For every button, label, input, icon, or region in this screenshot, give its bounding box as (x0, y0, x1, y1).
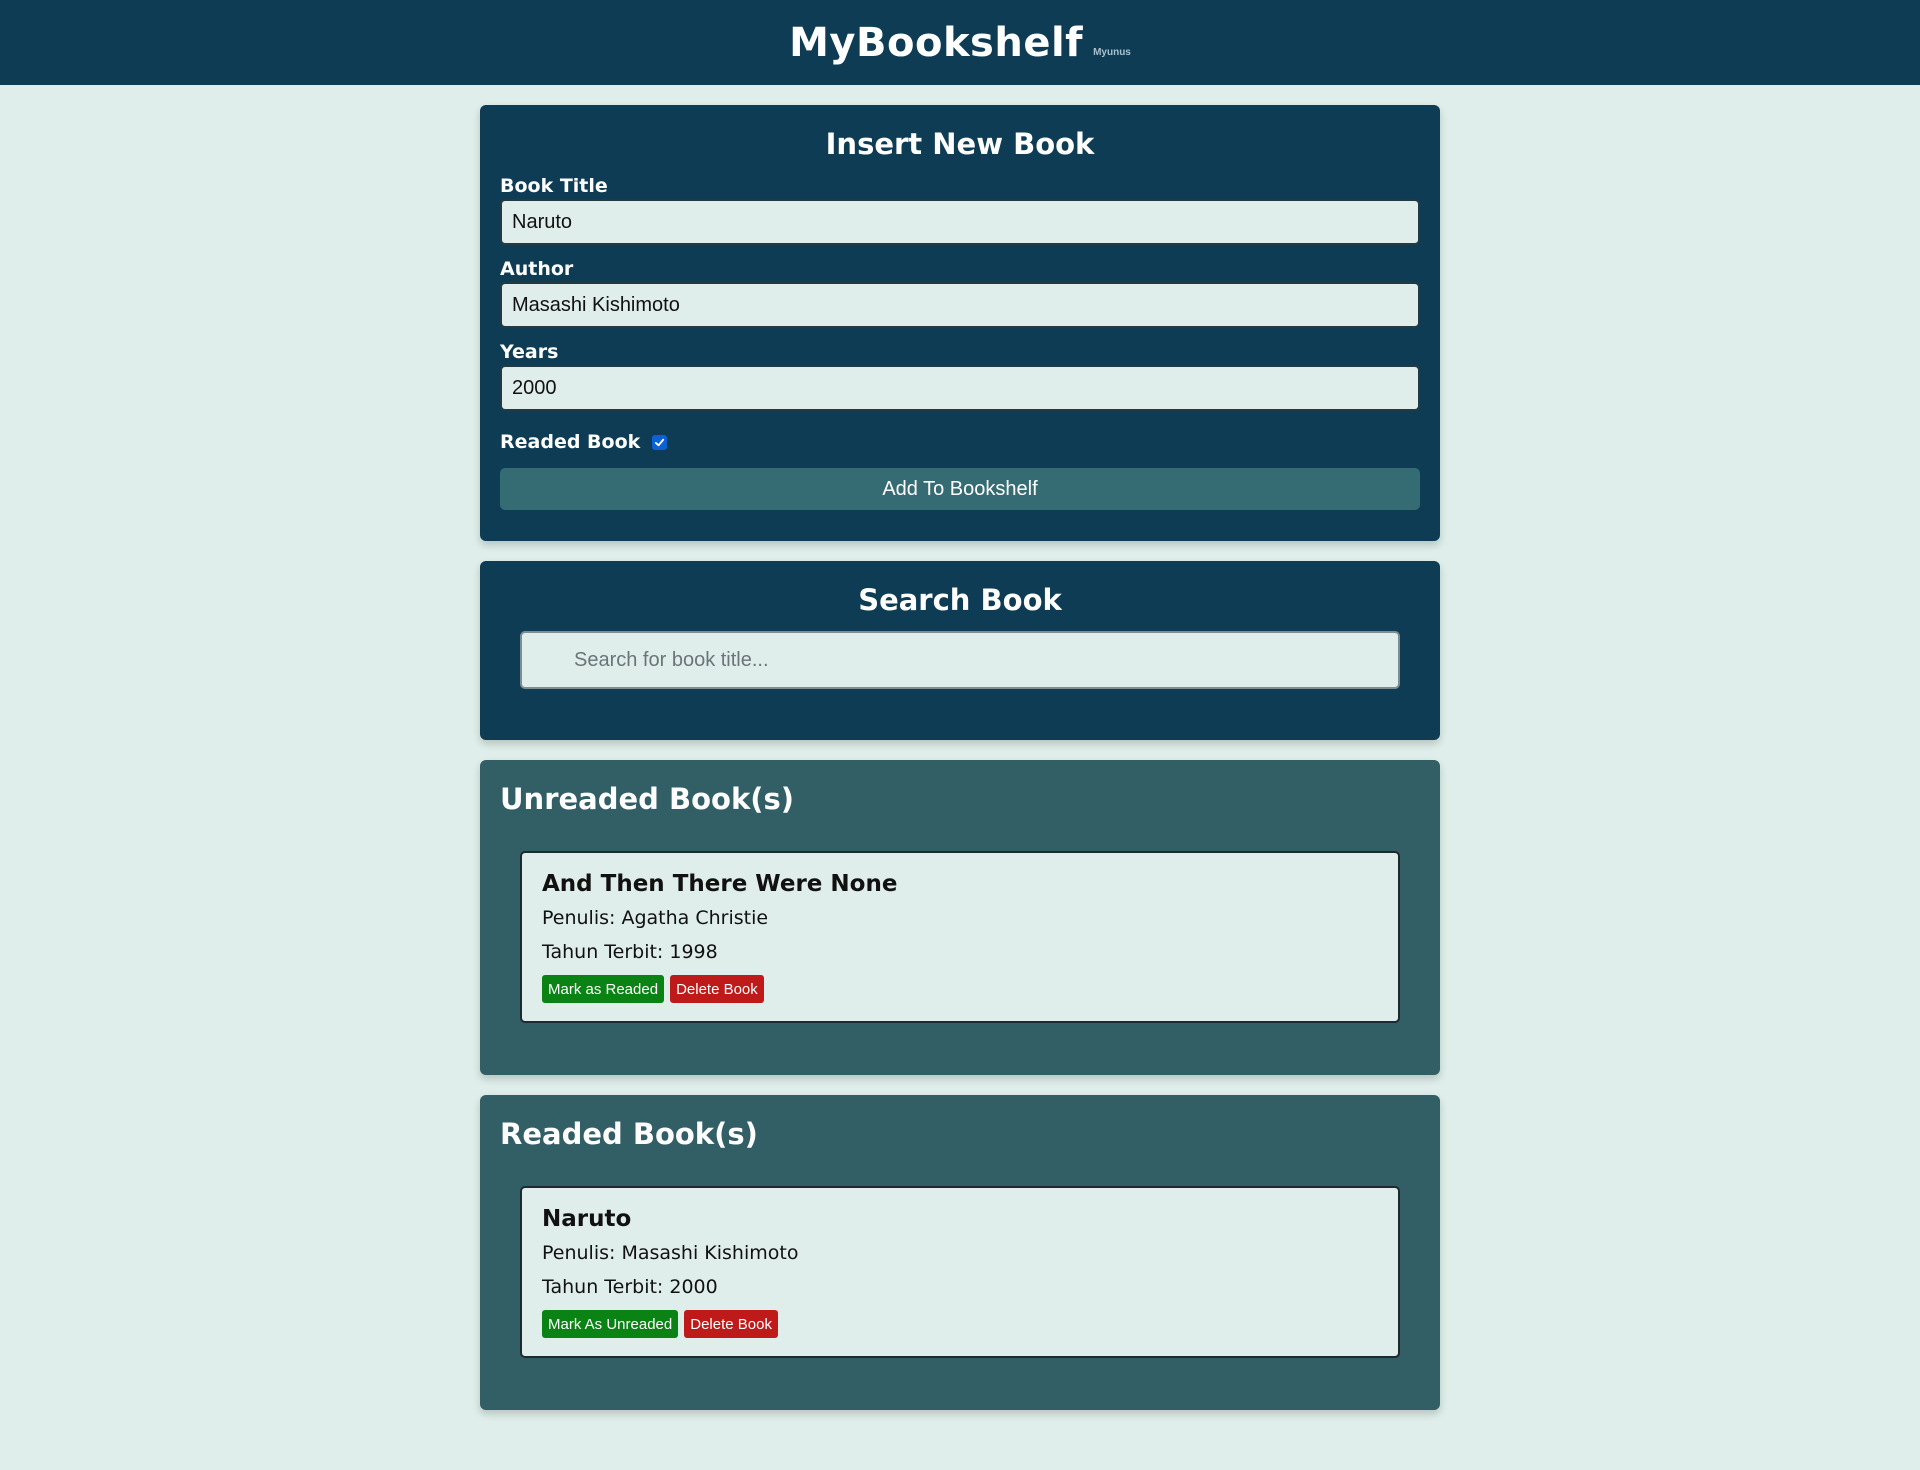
readed-label: Readed Book (500, 431, 641, 453)
years-input[interactable] (500, 365, 1420, 411)
delete-book-button[interactable]: Delete Book (670, 975, 764, 1003)
search-input[interactable] (520, 631, 1400, 689)
mark-as-readed-button[interactable]: Mark as Readed (542, 975, 665, 1003)
book-title: Naruto (542, 1206, 632, 1232)
readed-checkbox[interactable] (652, 434, 668, 450)
book-actions: Mark as Readed Delete Book (542, 975, 1378, 1003)
insert-book-section: Insert New Book Book Title Author Years … (480, 105, 1440, 541)
main-container: Insert New Book Book Title Author Years … (480, 105, 1440, 1410)
book-author: Penulis: Agatha Christie (542, 907, 769, 929)
search-box (520, 631, 1400, 689)
readed-books-section: Readed Book(s) Naruto Penulis: Masashi K… (480, 1095, 1440, 1410)
mark-as-unreaded-button[interactable]: Mark As Unreaded (542, 1310, 679, 1338)
readed-books-heading: Readed Book(s) (500, 1117, 758, 1151)
book-year: Tahun Terbit: 2000 (542, 1276, 718, 1298)
unreaded-books-section: Unreaded Book(s) And Then There Were Non… (480, 760, 1440, 1075)
readed-row: Readed Book (500, 431, 1420, 453)
delete-book-button[interactable]: Delete Book (684, 1310, 778, 1338)
book-actions: Mark As Unreaded Delete Book (542, 1310, 1378, 1338)
app-title: MyBookshelf (789, 19, 1084, 66)
author-input[interactable] (500, 282, 1420, 328)
search-book-section: Search Book (480, 561, 1440, 740)
search-icon (540, 647, 559, 666)
book-card: Naruto Penulis: Masashi Kishimoto Tahun … (520, 1186, 1400, 1358)
add-to-bookshelf-button[interactable]: Add To Bookshelf (500, 468, 1420, 510)
book-title: And Then There Were None (542, 871, 898, 897)
book-year: Tahun Terbit: 1998 (542, 941, 718, 963)
book-card: And Then There Were None Penulis: Agatha… (520, 851, 1400, 1023)
book-title-label: Book Title (500, 175, 608, 197)
search-book-heading: Search Book (858, 583, 1062, 617)
app-header: MyBookshelf Myunus (0, 0, 1920, 85)
years-label: Years (500, 341, 559, 363)
insert-book-heading: Insert New Book (825, 127, 1095, 161)
check-icon (655, 438, 665, 446)
book-author: Penulis: Masashi Kishimoto (542, 1242, 799, 1264)
app-author: Myunus (1093, 47, 1131, 58)
author-label: Author (500, 258, 574, 280)
book-title-input[interactable] (500, 199, 1420, 245)
unreaded-books-heading: Unreaded Book(s) (500, 782, 795, 816)
